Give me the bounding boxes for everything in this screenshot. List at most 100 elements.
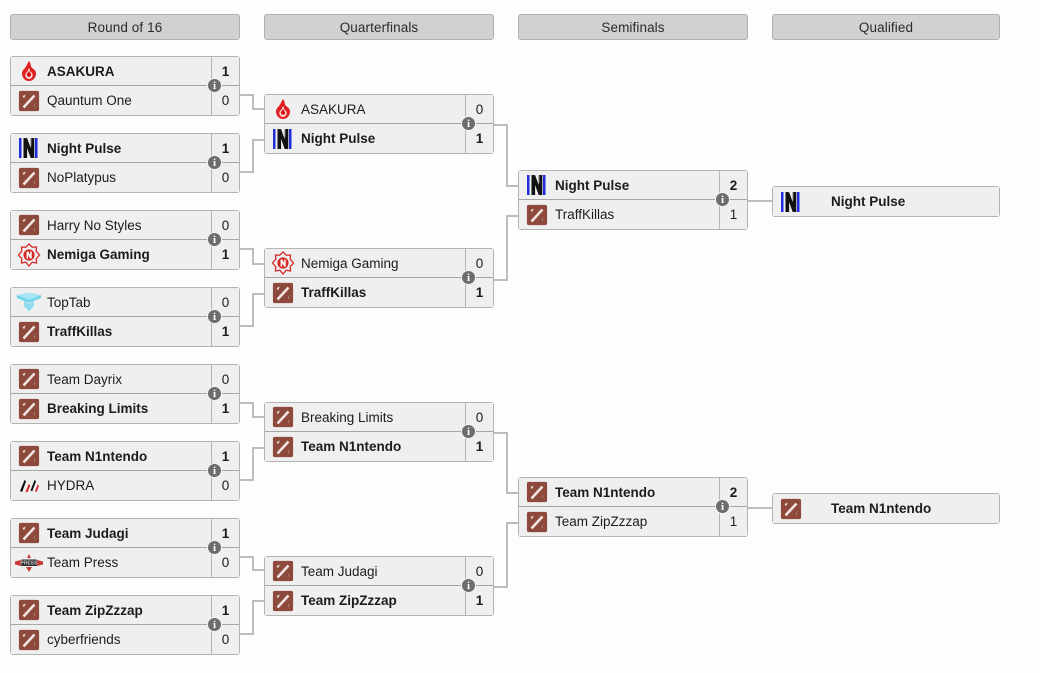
match-row[interactable]: Qauntum One 0 [11, 86, 239, 115]
match-row[interactable]: cyberfriends 0 [11, 625, 239, 654]
connector-line [252, 569, 264, 571]
match-row[interactable]: Team N1ntendo 2 [519, 478, 747, 507]
team-name: Night Pulse [831, 194, 906, 209]
team-name: TraffKillas [301, 285, 367, 300]
connector-line [252, 600, 264, 602]
match-r16-m8[interactable]: Team ZipZzzap 1 cyberfriends 0 i [10, 595, 240, 655]
match-r16-m2[interactable]: Night Pulse 1 NoPlatypus 0 i [10, 133, 240, 193]
match-row[interactable]: Team N1ntendo 1 [265, 432, 493, 461]
match-r16-m6[interactable]: Team N1ntendo 1 HYDRA 0 i [10, 441, 240, 501]
match-info-icon[interactable]: i [207, 540, 222, 555]
dota-default-logo [519, 507, 555, 536]
connector-line [252, 108, 264, 110]
team-name: Team N1ntendo [301, 439, 402, 454]
connector-line [252, 293, 254, 327]
qualified-slot-2[interactable]: Team N1ntendo [772, 493, 1000, 524]
match-qf-m3[interactable]: Breaking Limits 0 Team N1ntendo 1 i [264, 402, 494, 462]
match-row[interactable]: NoPlatypus 0 [11, 163, 239, 192]
match-row[interactable]: Nemiga Gaming 0 [265, 249, 493, 278]
team-name: Team N1ntendo [555, 484, 656, 500]
match-row[interactable]: Night Pulse [773, 187, 999, 216]
match-r16-m5[interactable]: Team Dayrix 0 Breaking Limits 1 i [10, 364, 240, 424]
match-row[interactable]: TraffKillas 1 [11, 317, 239, 346]
team-name: TopTab [47, 294, 91, 310]
match-info-icon[interactable]: i [207, 617, 222, 632]
connector-line [252, 416, 264, 418]
match-row[interactable]: ASAKURA 1 [11, 57, 239, 86]
connector-line [252, 293, 264, 295]
match-row[interactable]: Team N1ntendo 1 [11, 442, 239, 471]
match-info-icon[interactable]: i [207, 78, 222, 93]
asakura-logo [265, 95, 301, 124]
match-r16-m1[interactable]: ASAKURA 1 Qauntum One 0 i [10, 56, 240, 116]
match-row[interactable]: Team ZipZzzap 1 [519, 507, 747, 536]
team-name: Night Pulse [47, 140, 122, 156]
team-name: Breaking Limits [47, 401, 149, 416]
match-row[interactable]: Night Pulse 1 [265, 124, 493, 153]
match-info-icon[interactable]: i [715, 192, 730, 207]
match-row[interactable]: Night Pulse 1 [11, 134, 239, 163]
connector-line [506, 522, 518, 524]
match-r16-m4[interactable]: TopTab 0 TraffKillas 1 i [10, 287, 240, 347]
team-name: Team N1ntendo [47, 448, 148, 464]
match-row[interactable]: PRESS Team Press 0 [11, 548, 239, 577]
match-info-icon[interactable]: i [715, 499, 730, 514]
match-sf-m2[interactable]: Team N1ntendo 2 Team ZipZzzap 1 i [518, 477, 748, 537]
match-row[interactable]: TopTab 0 [11, 288, 239, 317]
nemiga-logo [265, 249, 301, 278]
match-r16-m7[interactable]: Team Judagi 1 PRESS Team Press 0 i [10, 518, 240, 578]
toptab-logo [11, 288, 47, 317]
match-row[interactable]: TraffKillas 1 [519, 200, 747, 229]
team-name: Team N1ntendo [831, 501, 932, 516]
match-r16-m3[interactable]: Harry No Styles 0 Nemiga Gaming 1 i [10, 210, 240, 270]
night-pulse-logo [265, 124, 301, 153]
match-info-icon[interactable]: i [207, 309, 222, 324]
team-name: Team ZipZzzap [301, 593, 397, 608]
dota-default-logo [11, 211, 47, 240]
match-row[interactable]: Team Dayrix 0 [11, 365, 239, 394]
qualified-slot-1[interactable]: Night Pulse [772, 186, 1000, 217]
bracket-container: Round of 16 Quarterfinals Semifinals Qua… [0, 0, 1040, 673]
team-name: Night Pulse [555, 177, 630, 193]
match-info-icon[interactable]: i [207, 386, 222, 401]
match-qf-m1[interactable]: ASAKURA 0 Night Pulse 1 i [264, 94, 494, 154]
dota-default-logo [11, 596, 47, 625]
dota-default-logo [11, 519, 47, 548]
team-name: Team ZipZzzap [555, 514, 648, 529]
match-info-icon[interactable]: i [461, 424, 476, 439]
connector-line [252, 139, 264, 141]
dota-default-logo [519, 478, 555, 507]
match-row[interactable]: Team ZipZzzap 1 [11, 596, 239, 625]
match-row[interactable]: HYDRA 0 [11, 471, 239, 500]
match-info-icon[interactable]: i [461, 270, 476, 285]
match-row[interactable]: Team Judagi 1 [11, 519, 239, 548]
match-qf-m2[interactable]: Nemiga Gaming 0 TraffKillas 1 i [264, 248, 494, 308]
match-row[interactable]: Harry No Styles 0 [11, 211, 239, 240]
match-qf-m4[interactable]: Team Judagi 0 Team ZipZzzap 1 i [264, 556, 494, 616]
match-row[interactable]: Nemiga Gaming 1 [11, 240, 239, 269]
match-row[interactable]: TraffKillas 1 [265, 278, 493, 307]
svg-text:PRESS: PRESS [21, 560, 39, 566]
match-row[interactable]: Team Judagi 0 [265, 557, 493, 586]
nemiga-logo [11, 240, 47, 269]
match-row[interactable]: Breaking Limits 0 [265, 403, 493, 432]
match-info-icon[interactable]: i [207, 232, 222, 247]
night-pulse-logo [11, 134, 47, 163]
match-row[interactable]: Night Pulse 2 [519, 171, 747, 200]
connector-line [506, 215, 518, 217]
team-name: NoPlatypus [47, 170, 117, 185]
match-info-icon[interactable]: i [207, 155, 222, 170]
connector-line [252, 447, 254, 481]
match-row[interactable]: ASAKURA 0 [265, 95, 493, 124]
match-row[interactable]: Breaking Limits 1 [11, 394, 239, 423]
match-row[interactable]: Team ZipZzzap 1 [265, 586, 493, 615]
match-info-icon[interactable]: i [461, 116, 476, 131]
match-info-icon[interactable]: i [461, 578, 476, 593]
team-name: TraffKillas [47, 324, 113, 339]
match-sf-m1[interactable]: Night Pulse 2 TraffKillas 1 i [518, 170, 748, 230]
team-name: Breaking Limits [301, 409, 394, 425]
match-info-icon[interactable]: i [207, 463, 222, 478]
team-name: ASAKURA [47, 63, 115, 79]
team-press-logo: PRESS [11, 548, 47, 577]
match-row[interactable]: Team N1ntendo [773, 494, 999, 523]
